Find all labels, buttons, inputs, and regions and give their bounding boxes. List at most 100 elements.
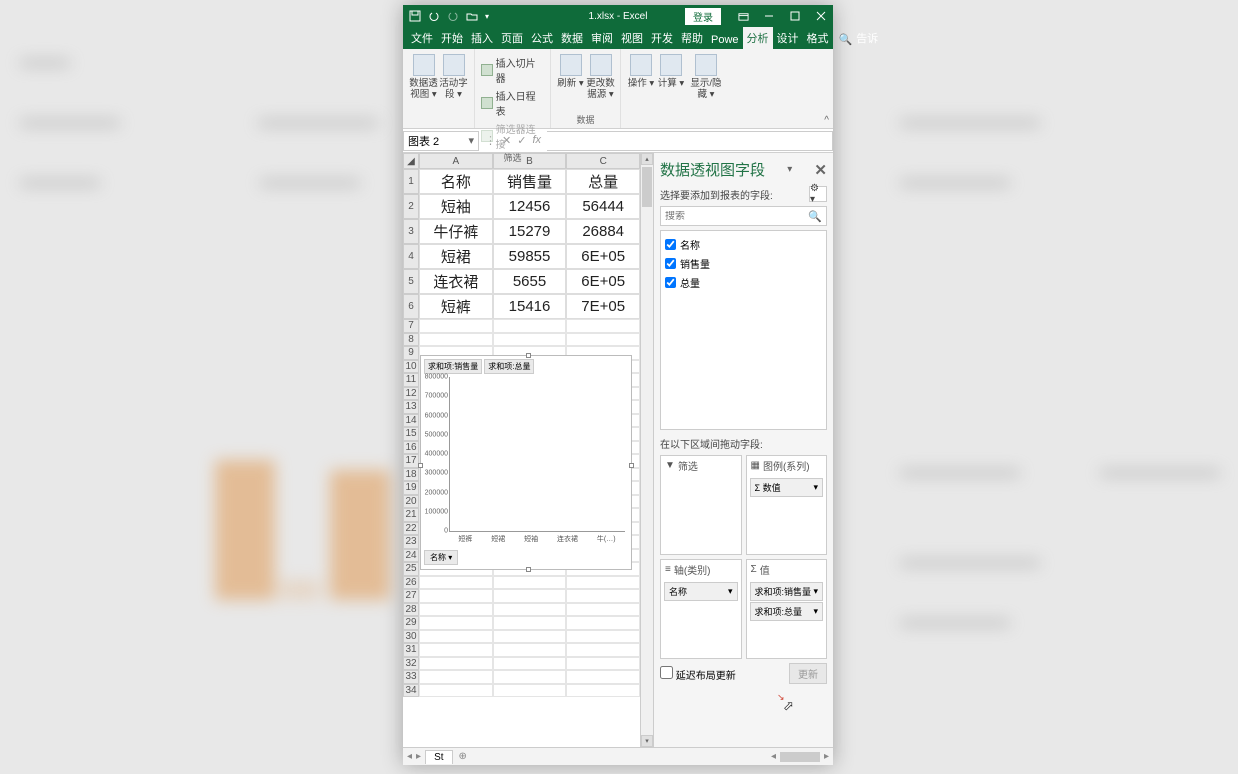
chevron-down-icon[interactable]: ▾ <box>468 134 474 147</box>
insert-timeline-button[interactable]: 插入日程表 <box>481 88 544 118</box>
cell[interactable]: 牛仔裤 <box>419 219 493 244</box>
cell[interactable]: 短袖 <box>419 194 493 219</box>
chevron-down-icon[interactable]: ▾ <box>813 606 818 617</box>
change-source-button[interactable]: 更改数据源 ▾ <box>586 51 616 100</box>
cell[interactable] <box>419 670 493 684</box>
cell[interactable] <box>419 319 493 333</box>
row-header[interactable]: 17 <box>403 454 419 468</box>
sheet-tab[interactable]: St <box>425 750 452 764</box>
cell[interactable]: 名称 <box>419 169 493 194</box>
row-header[interactable]: 32 <box>403 657 419 671</box>
cell[interactable] <box>493 643 567 657</box>
pivot-chart[interactable]: 求和项:销售量 求和项:总量 0100000200000300000400000… <box>420 355 632 570</box>
close-icon[interactable] <box>809 5 833 27</box>
login-button[interactable]: 登录 <box>685 8 721 25</box>
row-header[interactable]: 25 <box>403 562 419 576</box>
field-item[interactable]: 销售量 <box>665 254 822 273</box>
cell[interactable]: 短裙 <box>419 244 493 269</box>
search-icon[interactable]: 🔍 <box>808 210 822 223</box>
row-header[interactable]: 14 <box>403 414 419 428</box>
search-input[interactable] <box>665 211 808 222</box>
cell[interactable] <box>493 670 567 684</box>
row-header[interactable]: 23 <box>403 535 419 549</box>
values-box[interactable]: Σ值 求和项:销售量▾ 求和项:总量▾ <box>746 559 828 659</box>
row-header[interactable]: 21 <box>403 508 419 522</box>
row-header[interactable]: 4 <box>403 244 419 269</box>
actions-button[interactable]: 操作 ▾ <box>626 51 656 100</box>
chart-legend-btn[interactable]: 求和项:销售量 <box>424 359 482 374</box>
tab-dev[interactable]: 开发 <box>647 27 677 49</box>
cell[interactable] <box>566 684 640 698</box>
cell[interactable] <box>419 333 493 347</box>
row-header[interactable]: 3 <box>403 219 419 244</box>
tab-view[interactable]: 视图 <box>617 27 647 49</box>
axis-pill[interactable]: 名称▾ <box>664 582 738 601</box>
cell[interactable] <box>493 616 567 630</box>
chart-plot-area[interactable]: 0100000200000300000400000500000600000700… <box>449 377 625 532</box>
cell[interactable] <box>566 657 640 671</box>
cell[interactable]: 销售量 <box>493 169 567 194</box>
cell[interactable]: 总量 <box>566 169 640 194</box>
cell[interactable] <box>566 319 640 333</box>
cell[interactable] <box>419 630 493 644</box>
field-item[interactable]: 名称 <box>665 235 822 254</box>
row-header[interactable]: 33 <box>403 670 419 684</box>
row-header[interactable]: 20 <box>403 495 419 509</box>
scroll-up-icon[interactable]: ▴ <box>641 153 653 165</box>
row-header[interactable]: 19 <box>403 481 419 495</box>
cell[interactable]: 15416 <box>493 294 567 319</box>
row-header[interactable]: 24 <box>403 549 419 563</box>
tab-file[interactable]: 文件 <box>407 27 437 49</box>
cell[interactable] <box>566 643 640 657</box>
cell[interactable] <box>419 643 493 657</box>
panel-options-icon[interactable]: ▾ <box>787 164 792 175</box>
tab-next-icon[interactable]: ▸ <box>416 751 421 762</box>
cell[interactable] <box>419 603 493 617</box>
row-header[interactable]: 28 <box>403 603 419 617</box>
show-hide-button[interactable]: 显示/隐藏 ▾ <box>686 51 726 100</box>
tab-formula[interactable]: 公式 <box>527 27 557 49</box>
scroll-down-icon[interactable]: ▾ <box>641 735 653 747</box>
tab-help[interactable]: 帮助 <box>677 27 707 49</box>
row-header[interactable]: 7 <box>403 319 419 333</box>
row-header[interactable]: 13 <box>403 400 419 414</box>
cell[interactable] <box>493 333 567 347</box>
tab-home[interactable]: 开始 <box>437 27 467 49</box>
chart-legend-btn[interactable]: 求和项:总量 <box>484 359 534 374</box>
cell[interactable] <box>493 589 567 603</box>
row-header[interactable]: 22 <box>403 522 419 536</box>
chevron-down-icon[interactable]: ▾ <box>813 586 818 597</box>
field-item[interactable]: 总量 <box>665 273 822 292</box>
insert-slicer-button[interactable]: 插入切片器 <box>481 55 544 85</box>
cell[interactable] <box>419 616 493 630</box>
cell[interactable]: 5655 <box>493 269 567 294</box>
cell[interactable]: 26884 <box>566 219 640 244</box>
cell[interactable] <box>419 576 493 590</box>
cell[interactable]: 59855 <box>493 244 567 269</box>
redo-icon[interactable] <box>447 10 459 22</box>
cell[interactable]: 7E+05 <box>566 294 640 319</box>
col-header-c[interactable]: C <box>566 153 640 169</box>
row-header[interactable]: 34 <box>403 684 419 698</box>
cell[interactable]: 连衣裙 <box>419 269 493 294</box>
row-header[interactable]: 30 <box>403 630 419 644</box>
qat-customize-icon[interactable]: ▾ <box>485 12 489 21</box>
axis-box[interactable]: ≡轴(类别) 名称▾ <box>660 559 742 659</box>
pivot-chart-button[interactable]: 数据透视图 ▾ <box>409 51 439 100</box>
defer-layout-checkbox[interactable]: 延迟布局更新 <box>660 666 736 682</box>
tab-layout[interactable]: 页面 <box>497 27 527 49</box>
minimize-icon[interactable] <box>757 5 781 27</box>
name-box[interactable]: 图表 2▾ <box>403 131 479 151</box>
tab-power[interactable]: Powe <box>707 31 743 49</box>
gear-icon[interactable]: ⚙ ▾ <box>809 186 827 202</box>
filters-box[interactable]: ▼筛选 <box>660 455 742 555</box>
maximize-icon[interactable] <box>783 5 807 27</box>
cell[interactable] <box>566 333 640 347</box>
cell[interactable] <box>566 576 640 590</box>
cell[interactable] <box>493 630 567 644</box>
cell[interactable] <box>493 576 567 590</box>
tab-tell-me[interactable]: 告诉 <box>856 27 882 49</box>
cell[interactable]: 6E+05 <box>566 244 640 269</box>
cell[interactable] <box>493 319 567 333</box>
cell[interactable] <box>566 630 640 644</box>
